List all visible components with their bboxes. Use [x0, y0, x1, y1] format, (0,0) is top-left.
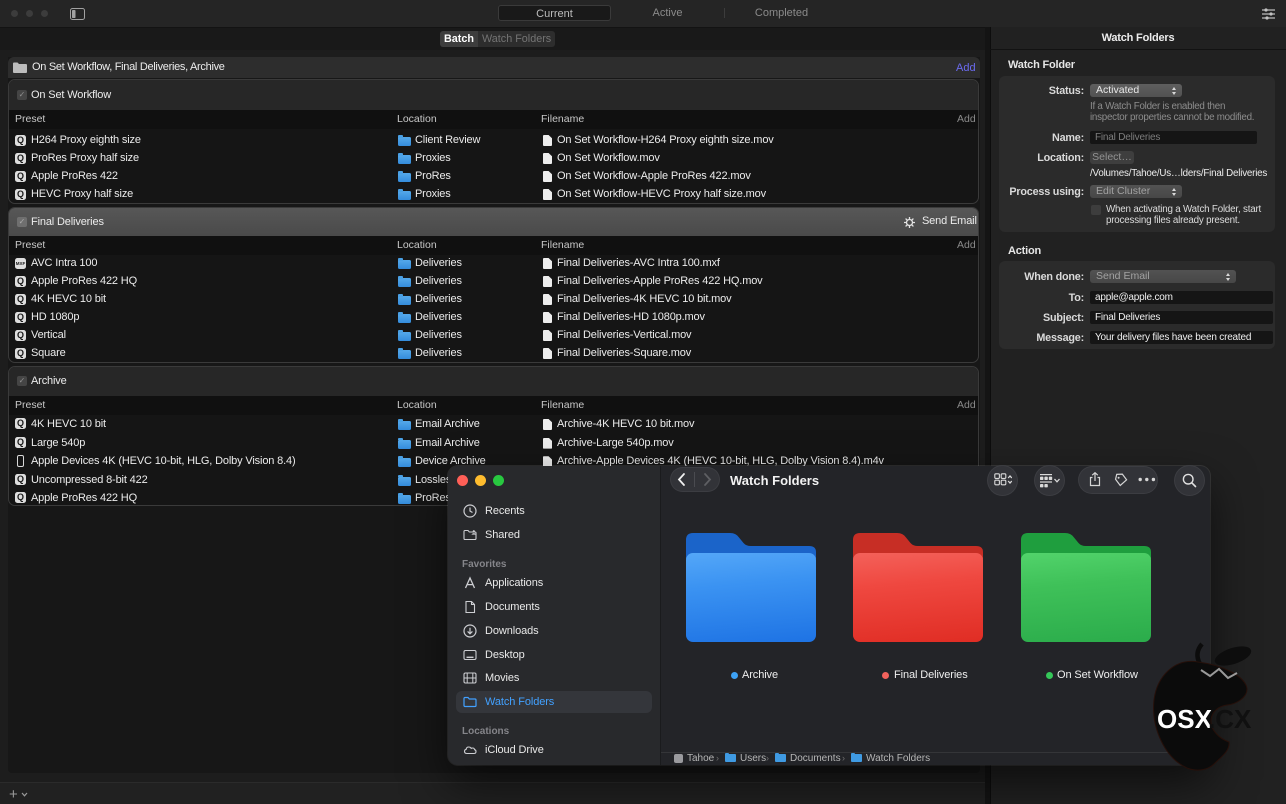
- svg-text:.CX: .CX: [1208, 704, 1252, 734]
- svg-text:OSX: OSX: [1157, 704, 1213, 734]
